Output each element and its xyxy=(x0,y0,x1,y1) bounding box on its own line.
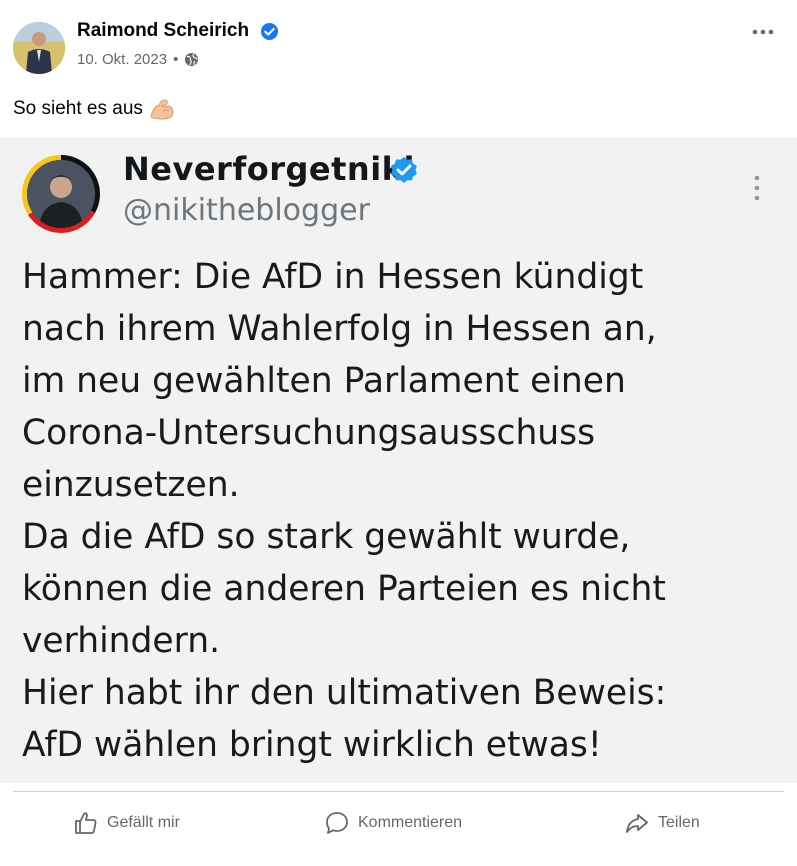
tweet-line: einzusetzen. xyxy=(22,465,240,505)
post-actions: Gefällt mir Kommentieren Teilen xyxy=(0,800,797,846)
tweet-line: Da die AfD so stark gewählt wurde, xyxy=(22,517,631,557)
share-arrow-icon xyxy=(626,814,648,833)
tweet-line: AfD wählen bringt wirklich etwas! xyxy=(22,725,602,765)
tweet-line: Hier habt ihr den ultimativen Beweis: xyxy=(22,673,667,713)
post-header: Raimond Scheirich 10. Okt. 2023 • xyxy=(0,0,797,90)
like-button[interactable]: Gefällt mir xyxy=(73,800,180,846)
author-avatar[interactable] xyxy=(13,22,65,74)
verified-badge-icon xyxy=(260,22,279,41)
embedded-tweet-image[interactable]: Neverforgetniki @nikitheblogger Hammer: … xyxy=(0,138,797,783)
post-date[interactable]: 10. Okt. 2023 xyxy=(77,51,167,68)
tweet-line: Hammer: Die AfD in Hessen kündigt xyxy=(22,257,644,297)
globe-icon xyxy=(185,52,199,67)
tweet-line: nach ihrem Wahlerfolg in Hessen an, xyxy=(22,309,657,349)
post-meta: 10. Okt. 2023 • xyxy=(77,51,199,68)
tweet-line: im neu gewählten Parlament einen xyxy=(22,361,626,401)
tweet-handle: @nikitheblogger xyxy=(123,193,370,228)
tweet-line: verhindern. xyxy=(22,621,221,661)
tweet-line: Corona-Untersuchungsausschuss xyxy=(22,413,596,453)
more-options-icon[interactable] xyxy=(749,20,777,44)
tweet-line: können die anderen Parteien es nicht xyxy=(22,569,666,609)
post-text: So sieht es aus xyxy=(13,97,175,121)
share-label: Teilen xyxy=(658,814,700,831)
post-caption: So sieht es aus xyxy=(13,98,143,119)
tweet-author-name: Neverforgetniki xyxy=(123,150,415,188)
author-name[interactable]: Raimond Scheirich xyxy=(77,20,249,42)
share-button[interactable]: Teilen xyxy=(624,800,700,846)
tweet-verified-icon xyxy=(391,157,417,183)
actions-divider xyxy=(13,791,784,792)
like-label: Gefällt mir xyxy=(107,814,180,831)
tweet-text: Hammer: Die AfD in Hessen kündigt nach i… xyxy=(22,251,782,771)
tweet-more-icon xyxy=(754,175,760,201)
comment-button[interactable]: Kommentieren xyxy=(324,800,462,846)
comment-bubble-icon xyxy=(326,812,348,834)
thumbs-up-icon xyxy=(75,812,97,834)
comment-label: Kommentieren xyxy=(358,814,463,831)
meta-separator: • xyxy=(173,51,179,68)
tweet-avatar xyxy=(22,155,100,233)
flexed-biceps-emoji xyxy=(150,99,174,120)
